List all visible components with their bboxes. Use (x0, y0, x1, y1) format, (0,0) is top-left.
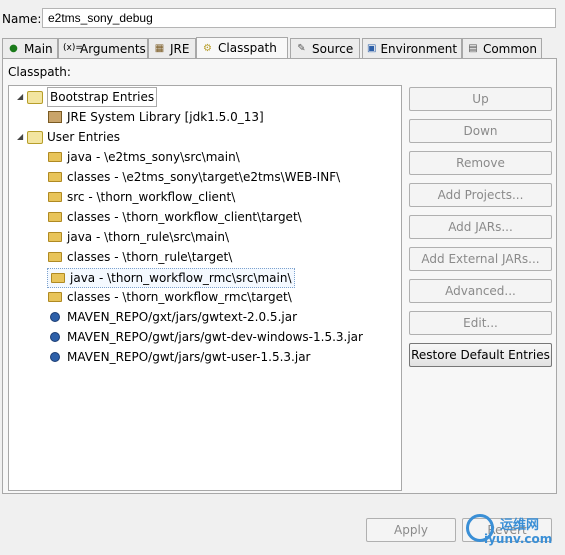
watermark-text: iyunv.com (484, 532, 553, 546)
folder-icon (47, 190, 63, 204)
tab-common-label: Common (482, 41, 537, 56)
tree-node-folder[interactable]: classes - \e2tms_sony\target\e2tms\WEB-I… (47, 168, 340, 186)
folder-icon (50, 271, 66, 285)
tab-arguments-label: Arguments (80, 41, 146, 56)
classpath-label: Classpath: (8, 65, 71, 79)
down-button[interactable]: Down (409, 119, 552, 143)
tab-environment-label: Environment (380, 41, 458, 56)
tree-node-label: MAVEN_REPO/gxt/jars/gwtext-2.0.5.jar (67, 310, 298, 324)
classpath-icon: ⚙ (203, 42, 212, 54)
add-projects-button[interactable]: Add Projects... (409, 183, 552, 207)
tab-jre-label: JRE (170, 41, 190, 56)
tab-source-label: Source (312, 41, 354, 56)
remove-button[interactable]: Remove (409, 151, 552, 175)
edit-button[interactable]: Edit... (409, 311, 552, 335)
tree-node-label: classes - \e2tms_sony\target\e2tms\WEB-I… (67, 170, 341, 184)
folder-icon (47, 150, 63, 164)
common-icon: ▤ (468, 43, 478, 54)
tree-node-jre-library[interactable]: JRE System Library [jdk1.5.0_13] (47, 108, 264, 126)
tree-node-bootstrap-entries[interactable]: ◢ Bootstrap Entries (17, 87, 158, 107)
tree-node-folder[interactable]: java - \e2tms_sony\src\main\ (47, 148, 240, 166)
tree-node-label: User Entries (47, 130, 120, 144)
jre-icon: ▦ (154, 43, 165, 54)
restore-default-entries-button[interactable]: Restore Default Entries (409, 343, 552, 367)
tree-node-jar[interactable]: MAVEN_REPO/gwt/jars/gwt-user-1.5.3.jar (47, 348, 310, 366)
tree-node-label: classes - \thorn_workflow_client\target\ (67, 210, 302, 224)
up-button[interactable]: Up (409, 87, 552, 111)
tab-classpath-label: Classpath (218, 41, 277, 55)
tree-node-jar[interactable]: MAVEN_REPO/gxt/jars/gwtext-2.0.5.jar (47, 308, 297, 326)
tree-node-label: java - \thorn_rule\src\main\ (67, 230, 230, 244)
tree-node-label: java - \e2tms_sony\src\main\ (67, 150, 240, 164)
add-jars-button[interactable]: Add JARs... (409, 215, 552, 239)
tab-source[interactable]: ✎ Source (290, 38, 360, 58)
tree-node-label: MAVEN_REPO/gwt/jars/gwt-dev-windows-1.5.… (67, 330, 363, 344)
name-input[interactable] (42, 8, 556, 28)
watermark-logo: 运维网 iyunv.com (466, 514, 558, 550)
classpath-tree[interactable]: ◢ Bootstrap Entries JRE System Library [… (8, 85, 402, 491)
tab-common[interactable]: ▤ Common (462, 38, 542, 58)
tab-arguments[interactable]: (x)= Arguments (58, 38, 148, 58)
arguments-icon: (x)= (63, 43, 83, 53)
tab-environment[interactable]: ▣ Environment (362, 38, 462, 58)
folder-icon (47, 230, 63, 244)
tree-node-label: java - \thorn_workflow_rmc\src\main\ (70, 271, 292, 285)
tree-node-folder[interactable]: classes - \thorn_workflow_client\target\ (47, 208, 302, 226)
collapse-arrow-icon[interactable]: ◢ (17, 128, 27, 146)
tree-node-label: classes - \thorn_workflow_rmc\target\ (67, 290, 292, 304)
tree-node-jar[interactable]: MAVEN_REPO/gwt/jars/gwt-dev-windows-1.5.… (47, 328, 363, 346)
add-external-jars-button[interactable]: Add External JARs... (409, 247, 552, 271)
tree-node-folder[interactable]: src - \thorn_workflow_client\ (47, 188, 235, 206)
environment-icon: ▣ (367, 43, 377, 54)
folder-icon (47, 210, 63, 224)
folder-icon (47, 290, 63, 304)
advanced-button[interactable]: Advanced... (409, 279, 552, 303)
source-icon: ✎ (297, 43, 306, 54)
tree-node-label: Bootstrap Entries (47, 87, 158, 107)
tree-node-label: MAVEN_REPO/gwt/jars/gwt-user-1.5.3.jar (67, 350, 311, 364)
watermark-text-cn: 运维网 (500, 518, 540, 533)
entries-icon (27, 130, 43, 144)
tab-main-label: Main (24, 41, 53, 56)
main-icon: ● (9, 43, 18, 54)
folder-icon (47, 250, 63, 264)
entries-icon (27, 90, 43, 104)
jar-icon (47, 330, 63, 344)
library-icon (47, 110, 63, 124)
tree-node-label: JRE System Library [jdk1.5.0_13] (67, 110, 264, 124)
tab-main[interactable]: ● Main (2, 38, 58, 58)
collapse-arrow-icon[interactable]: ◢ (17, 88, 27, 106)
jar-icon (47, 310, 63, 324)
tab-strip: ● Main (x)= Arguments ▦ JRE ⚙ Classpath … (0, 37, 565, 58)
tree-node-user-entries[interactable]: ◢ User Entries (17, 128, 120, 146)
tab-jre[interactable]: ▦ JRE (148, 38, 196, 58)
tab-classpath[interactable]: ⚙ Classpath (196, 37, 288, 58)
folder-icon (47, 170, 63, 184)
tree-node-folder[interactable]: classes - \thorn_rule\target\ (47, 248, 232, 266)
jar-icon (47, 350, 63, 364)
tree-node-folder[interactable]: classes - \thorn_workflow_rmc\target\ (47, 288, 292, 306)
tree-node-folder-selected[interactable]: java - \thorn_workflow_rmc\src\main\ (47, 268, 295, 288)
tree-node-label: classes - \thorn_rule\target\ (67, 250, 233, 264)
tree-node-label: src - \thorn_workflow_client\ (67, 190, 236, 204)
name-label: Name: (2, 12, 42, 26)
tree-node-folder[interactable]: java - \thorn_rule\src\main\ (47, 228, 229, 246)
apply-button[interactable]: Apply (366, 518, 456, 542)
